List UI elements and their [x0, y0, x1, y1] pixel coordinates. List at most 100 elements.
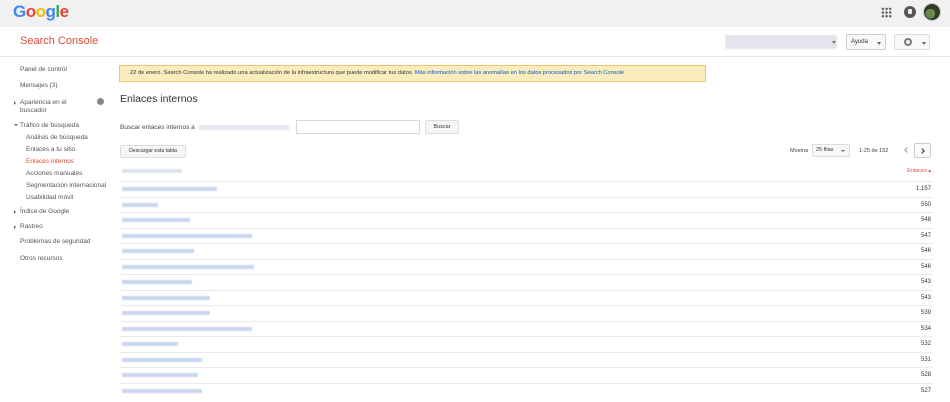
next-page-button[interactable] — [914, 143, 931, 158]
caret-down-icon[interactable] — [14, 124, 18, 126]
sidebar-item[interactable]: Mensajes (3) — [20, 82, 58, 90]
sidebar-item[interactable]: Análisis de búsqueda — [26, 134, 88, 142]
sidebar-item[interactable]: Apariencia en el buscador — [20, 99, 78, 115]
page-url-blurred[interactable] — [122, 295, 210, 300]
table-row[interactable]: 543 — [120, 274, 933, 290]
sidebar-item[interactable]: Problemas de seguridad — [20, 238, 90, 246]
link-count: 528 — [920, 372, 931, 378]
table-row[interactable]: 532 — [120, 336, 933, 352]
sidebar-item[interactable]: Usabilidad móvil — [26, 194, 73, 202]
update-banner: 22 de enero. Search Console ha realizado… — [119, 65, 706, 82]
google-logo[interactable]: Google — [13, 2, 69, 22]
sidebar-item[interactable]: Enlaces a tu sitio — [26, 146, 75, 154]
account-avatar[interactable] — [923, 3, 941, 21]
banner-text: 22 de enero. Search Console ha realizado… — [130, 70, 414, 76]
chevron-down-icon — [841, 150, 845, 152]
page-url-blurred[interactable] — [122, 342, 178, 346]
notifications-icon[interactable] — [904, 6, 916, 18]
caret-right-icon[interactable] — [14, 101, 16, 105]
chevron-down-icon — [832, 41, 836, 44]
page-url-blurred[interactable] — [122, 218, 190, 222]
link-count: 527 — [920, 387, 931, 394]
link-count: 546 — [920, 263, 931, 270]
chevron-left-icon — [904, 147, 910, 153]
link-count: 546 — [920, 248, 931, 254]
logo-letter: g — [45, 2, 56, 21]
column-header-links[interactable]: Enlaces ▴ — [907, 168, 931, 174]
chevron-right-icon — [919, 148, 925, 154]
table-row[interactable]: 527 — [120, 382, 933, 399]
sidebar-item[interactable]: Otros recursos — [20, 255, 63, 263]
page-url-blurred[interactable] — [122, 280, 192, 284]
search-label-text: Buscar enlaces internos a — [120, 124, 195, 131]
sidebar-item[interactable]: Enlaces internos — [26, 158, 74, 166]
chevron-down-icon — [877, 42, 881, 45]
table-row[interactable]: 546 — [120, 243, 933, 259]
link-count: 531 — [920, 356, 931, 363]
search-console-header: Search Console Ayuda — [0, 27, 950, 57]
pager-range: 1-25 de 152 — [859, 148, 889, 154]
page-url-blurred[interactable] — [122, 202, 158, 207]
logo-letter: o — [35, 2, 46, 21]
caret-right-icon[interactable] — [14, 210, 16, 214]
page-url-blurred[interactable] — [122, 233, 252, 238]
table-row[interactable]: 531 — [120, 351, 933, 368]
sidebar-item[interactable]: Panel de control — [20, 66, 67, 74]
logo-letter: o — [25, 2, 36, 21]
previous-page-button[interactable] — [898, 143, 914, 158]
download-table-button[interactable]: Descargar esta tabla — [120, 145, 186, 158]
banner-link[interactable]: Más información sobre las anomalías en l… — [415, 70, 624, 76]
page-url-blurred[interactable] — [122, 357, 202, 362]
table-row[interactable]: 548 — [120, 212, 933, 228]
caret-right-icon[interactable] — [14, 225, 16, 229]
search-label: Buscar enlaces internos a — [120, 124, 289, 131]
site-selector[interactable] — [725, 35, 837, 49]
rows-per-page-value: 25 filas — [816, 147, 834, 153]
search-button[interactable]: Buscar — [425, 120, 459, 134]
google-bar: Google — [0, 0, 950, 27]
sidebar-item[interactable]: Acciones manuales — [26, 170, 82, 178]
table-row[interactable]: 543 — [120, 289, 933, 306]
settings-button[interactable] — [894, 34, 930, 50]
table-row[interactable]: 550 — [120, 196, 933, 213]
apps-grid-icon[interactable] — [881, 7, 892, 18]
table-row[interactable]: 539 — [120, 305, 933, 321]
help-button[interactable]: Ayuda — [846, 34, 886, 50]
rows-per-page-select[interactable]: 25 filas — [812, 144, 850, 157]
table-row[interactable]: 1.157 — [120, 181, 933, 197]
chevron-down-icon — [922, 42, 926, 45]
link-count: 547 — [920, 232, 931, 239]
pager-show-label: Mostrar — [790, 148, 809, 154]
table-row[interactable]: 546 — [120, 258, 933, 275]
info-icon[interactable] — [97, 98, 104, 105]
logo-letter: e — [59, 2, 69, 21]
sidebar-item[interactable]: Segmentación internacional — [26, 182, 106, 190]
page-url-blurred[interactable] — [122, 388, 202, 393]
link-count: 543 — [920, 294, 931, 301]
link-count: 539 — [920, 310, 931, 316]
page-url-blurred[interactable] — [122, 249, 194, 253]
table-row[interactable]: 547 — [120, 227, 933, 244]
logo-letter: G — [13, 2, 26, 21]
link-count: 548 — [920, 217, 931, 223]
page-url-blurred[interactable] — [122, 187, 217, 191]
product-title[interactable]: Search Console — [20, 35, 98, 47]
link-count: 1.157 — [915, 186, 931, 192]
sidebar-item[interactable]: Rastreo — [20, 223, 43, 231]
page-url-blurred[interactable] — [122, 326, 252, 331]
page-url-blurred[interactable] — [122, 373, 198, 377]
table-row[interactable]: 528 — [120, 367, 933, 383]
table-row[interactable]: 534 — [120, 320, 933, 337]
sidebar-item[interactable]: Tráfico de búsqueda — [20, 122, 79, 130]
search-input[interactable] — [296, 120, 420, 134]
help-button-label: Ayuda — [851, 39, 868, 45]
link-count: 550 — [920, 201, 931, 208]
page-url-blurred[interactable] — [122, 311, 210, 315]
site-url-blurred — [198, 124, 289, 130]
column-header-page[interactable] — [122, 169, 182, 173]
link-count: 543 — [920, 279, 931, 285]
page-url-blurred[interactable] — [122, 264, 254, 269]
link-count: 534 — [920, 325, 931, 332]
link-count: 532 — [920, 341, 931, 347]
sidebar-item[interactable]: Índice de Google — [20, 208, 69, 216]
